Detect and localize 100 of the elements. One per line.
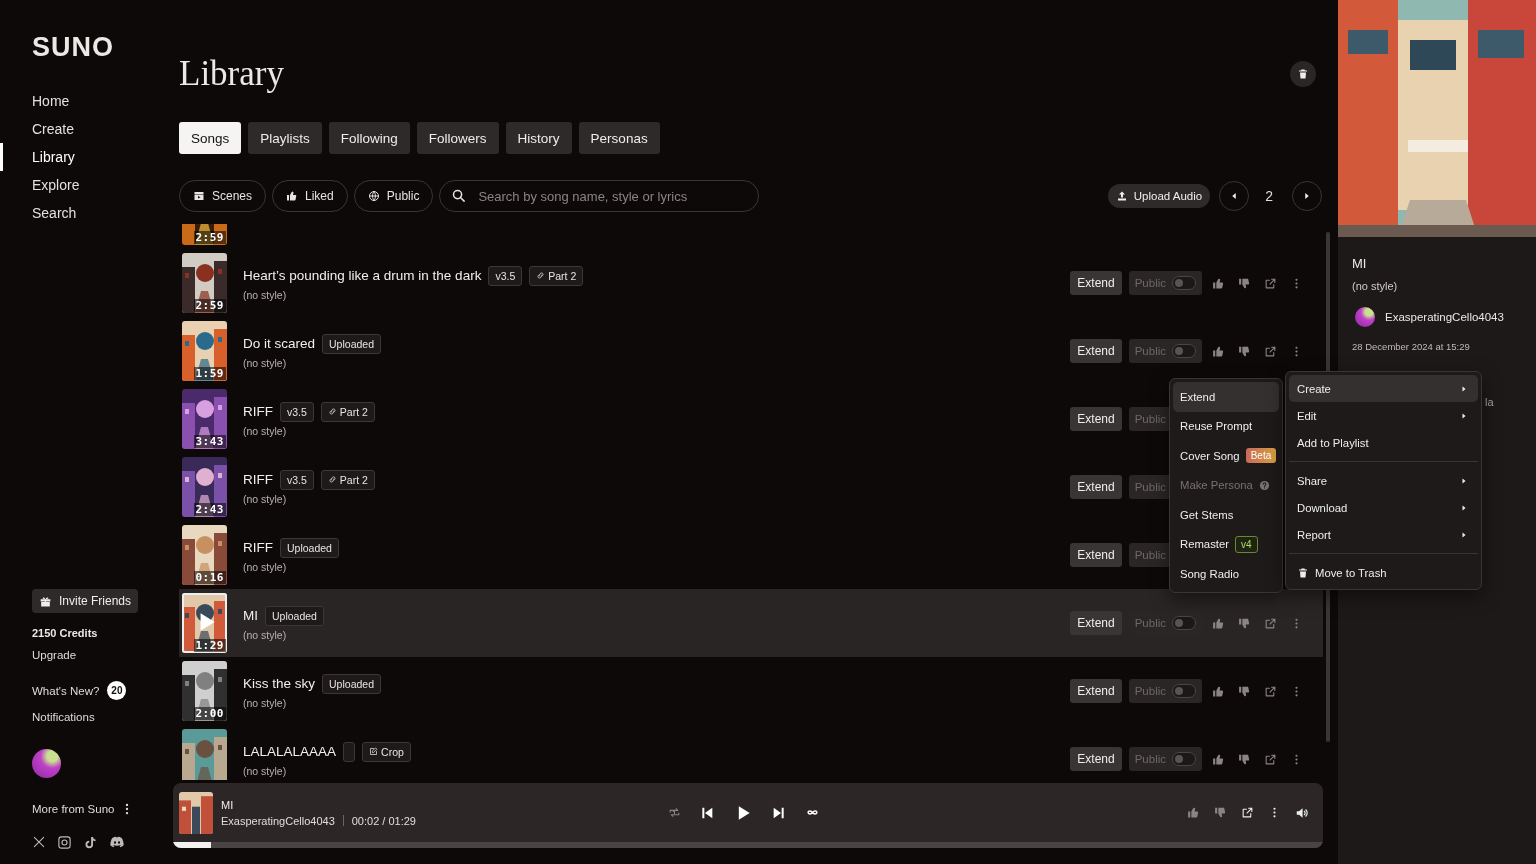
public-toggle[interactable] (1172, 276, 1196, 290)
song-title[interactable]: LALALALAAAA (243, 744, 337, 759)
extend-button[interactable]: Extend (1070, 475, 1122, 499)
logo[interactable]: SUNO (32, 32, 114, 63)
discord-icon[interactable] (109, 834, 125, 850)
song-title[interactable]: Heart’s pounding like a drum in the dark (243, 268, 482, 283)
tab[interactable]: History (505, 122, 572, 154)
crop-tag[interactable]: Crop (362, 741, 411, 762)
invite-friends-button[interactable]: Invite Friends (32, 589, 139, 613)
instagram-icon[interactable] (57, 834, 72, 850)
menu-item[interactable]: Remaster v4 (1173, 529, 1279, 559)
thumbs-down-icon[interactable] (1238, 684, 1251, 698)
user-avatar[interactable] (32, 749, 61, 778)
thumbs-up-icon[interactable] (1212, 752, 1225, 766)
public-label: Public (1134, 685, 1166, 697)
share-icon[interactable] (1264, 344, 1277, 358)
tiktok-icon[interactable] (83, 834, 98, 850)
menu-item[interactable]: Cover Song Beta (1173, 441, 1279, 471)
tab[interactable]: Personas (578, 122, 660, 154)
uploaded-tag: Uploaded (265, 605, 324, 626)
song-style: (no style) (243, 628, 288, 641)
search-icon (451, 188, 467, 203)
extend-button[interactable]: Extend (1070, 679, 1122, 703)
part-tag[interactable]: Part 2 (320, 469, 375, 490)
menu-item[interactable]: Reuse Prompt (1173, 411, 1279, 441)
nav-link[interactable]: Create (0, 115, 75, 143)
repeat-icon[interactable] (668, 806, 681, 819)
menu-item[interactable]: Song Radio (1173, 559, 1279, 589)
song-style: (no style) (1352, 280, 1398, 292)
song-title[interactable]: RIFF (243, 472, 273, 487)
menu-item[interactable]: Report (1289, 521, 1478, 548)
notifications-link[interactable]: Notifications (32, 711, 95, 723)
nav-link[interactable]: Home (0, 87, 70, 115)
nav-link[interactable]: Library (0, 143, 75, 171)
menu-item[interactable]: Get Stems (1173, 500, 1279, 530)
thumbs-up-icon[interactable] (1212, 344, 1225, 358)
part-tag[interactable]: Part 2 (320, 401, 375, 422)
tab[interactable]: Following (328, 122, 410, 154)
menu-item-label: Reuse Prompt (1180, 420, 1253, 433)
menu-item[interactable]: Extend (1173, 382, 1279, 412)
public-toggle[interactable] (1172, 616, 1196, 630)
move-to-trash-item[interactable]: Move to Trash (1289, 559, 1478, 586)
upload-icon (1115, 190, 1128, 202)
share-icon[interactable] (1264, 276, 1277, 290)
selected-song-row[interactable]: 1:29 MI Uploaded (no style) Extend Public (179, 589, 1323, 657)
share-icon[interactable] (1264, 684, 1277, 698)
menu-item-label: Get Stems (1180, 508, 1234, 521)
extend-button[interactable]: Extend (1070, 339, 1122, 363)
nav-link[interactable]: Search (0, 199, 77, 227)
thumbs-down-icon[interactable] (1238, 752, 1251, 766)
extend-button[interactable]: Extend (1070, 543, 1122, 567)
song-title[interactable]: MI (243, 608, 258, 623)
public-toggle[interactable] (1172, 752, 1196, 766)
public-toggle[interactable] (1172, 344, 1196, 358)
thumbs-down-icon[interactable] (1238, 616, 1251, 630)
part-tag[interactable]: Part 2 (529, 265, 584, 286)
progress-bar[interactable] (173, 842, 1323, 848)
trash-button[interactable] (1290, 61, 1316, 87)
upgrade-link[interactable]: Upgrade (32, 649, 77, 661)
upload-audio-button[interactable]: Upload Audio (1107, 184, 1211, 208)
share-icon[interactable] (1241, 806, 1254, 819)
thumbs-down-icon[interactable] (1214, 806, 1227, 819)
thumbs-down-icon[interactable] (1238, 344, 1251, 358)
song-title[interactable]: RIFF (243, 540, 273, 555)
menu-item[interactable]: Share (1289, 467, 1478, 494)
menu-item[interactable]: Edit (1289, 402, 1478, 429)
version-badge: v4 (1234, 535, 1258, 553)
menu-item[interactable]: Add to Playlist (1289, 429, 1478, 456)
song-style: (no style) (243, 424, 288, 437)
public-label: Public (1134, 277, 1166, 289)
search-field[interactable]: Search by song name, style or lyrics (439, 180, 760, 212)
whats-new-link[interactable]: What's New? (32, 684, 100, 697)
artist-avatar[interactable] (1355, 307, 1375, 327)
extend-button[interactable]: Extend (1070, 747, 1122, 771)
public-toggle[interactable] (1172, 684, 1196, 698)
volume-icon[interactable] (1295, 805, 1309, 820)
thumbs-down-icon[interactable] (1238, 276, 1251, 290)
tab[interactable]: Songs (179, 122, 242, 154)
extend-button[interactable]: Extend (1070, 407, 1122, 431)
menu-item[interactable]: Create (1289, 375, 1478, 402)
song-title[interactable]: Do it scared (243, 336, 316, 351)
song-title[interactable]: Kiss the sky (243, 676, 316, 691)
tab[interactable]: Followers (416, 122, 499, 154)
nav-link[interactable]: Explore (0, 171, 80, 199)
thumbs-up-icon[interactable] (1187, 806, 1200, 819)
menu-item[interactable]: Download (1289, 494, 1478, 521)
share-icon[interactable] (1264, 752, 1277, 766)
x-icon[interactable] (32, 835, 46, 849)
song-title[interactable]: RIFF (243, 404, 273, 419)
tab[interactable]: Playlists (248, 122, 322, 154)
artist-name[interactable]: ExasperatingCello4043 (221, 814, 335, 827)
count-badge: 20 (107, 681, 127, 700)
extend-button[interactable]: Extend (1070, 271, 1122, 295)
thumbs-up-icon[interactable] (1212, 276, 1225, 290)
extend-button[interactable]: Extend (1070, 611, 1122, 635)
track-title[interactable]: MI (221, 798, 416, 811)
thumbs-up-icon[interactable] (1212, 616, 1225, 630)
thumbs-up-icon[interactable] (1212, 684, 1225, 698)
artist-name[interactable]: ExasperatingCello4043 (1385, 311, 1504, 323)
song-style: (no style) (243, 492, 288, 505)
